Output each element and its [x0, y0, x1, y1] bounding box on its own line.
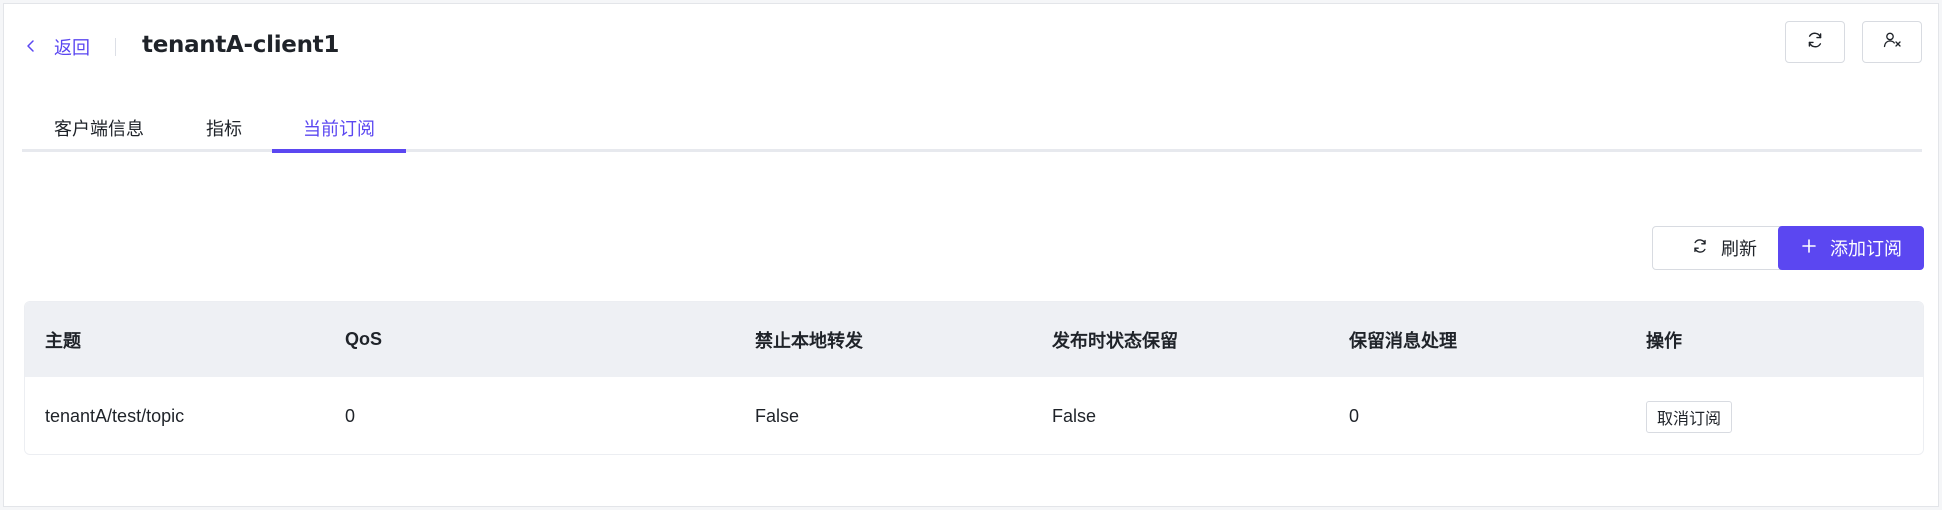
add-subscription-button[interactable]: 添加订阅: [1778, 226, 1924, 270]
subscriptions-table: 主题 QoS 禁止本地转发 发布时状态保留 保留消息处理 操作 tenantA/…: [24, 301, 1924, 455]
header-divider: [115, 38, 116, 56]
add-subscription-label: 添加订阅: [1830, 239, 1902, 259]
back-label: 返回: [54, 38, 90, 58]
tab-subscriptions[interactable]: 当前订阅: [272, 104, 406, 152]
kick-client-button[interactable]: [1862, 21, 1922, 63]
cell-retain-handling: 0: [1349, 406, 1360, 426]
client-detail-card: 返回 tenantA-client1 客户端信息 指标 当前订阅 刷新 添加订阅…: [3, 3, 1939, 507]
column-header-qos: QoS: [345, 329, 383, 349]
cell-topic: tenantA/test/topic: [45, 406, 185, 426]
table-header: 主题 QoS 禁止本地转发 发布时状态保留 保留消息处理 操作: [25, 302, 1923, 377]
user-remove-icon: [1882, 30, 1902, 55]
column-header-topic: 主题: [45, 330, 81, 351]
cell-qos: 0: [345, 406, 356, 426]
column-header-retain-as-published: 发布时状态保留: [1052, 330, 1178, 351]
column-header-retain-handling: 保留消息处理: [1349, 330, 1457, 351]
cell-actions: 取消订阅: [1646, 377, 1733, 454]
column-header-no-local: 禁止本地转发: [755, 330, 863, 351]
back-link[interactable]: 返回: [24, 34, 90, 60]
cell-no-local: False: [755, 406, 800, 426]
refresh-icon: [1805, 30, 1825, 55]
refresh-label: 刷新: [1721, 239, 1757, 259]
tab-bar: 客户端信息 指标 当前订阅: [22, 104, 1922, 152]
table-row: tenantA/test/topic 0 False False 0 取消订阅: [25, 377, 1923, 454]
tab-client-info[interactable]: 客户端信息: [44, 104, 154, 152]
page-title: tenantA-client1: [142, 32, 340, 58]
cell-retain-as-published: False: [1052, 406, 1097, 426]
unsubscribe-button[interactable]: 取消订阅: [1646, 400, 1733, 433]
tab-metrics[interactable]: 指标: [200, 104, 248, 152]
plus-icon: [1800, 237, 1818, 260]
refresh-button[interactable]: 刷新: [1652, 226, 1796, 270]
active-tab-indicator: [272, 149, 406, 153]
column-header-actions: 操作: [1646, 330, 1682, 351]
refresh-client-button[interactable]: [1785, 21, 1845, 63]
refresh-icon: [1691, 237, 1709, 260]
chevron-left-icon: [24, 37, 38, 58]
